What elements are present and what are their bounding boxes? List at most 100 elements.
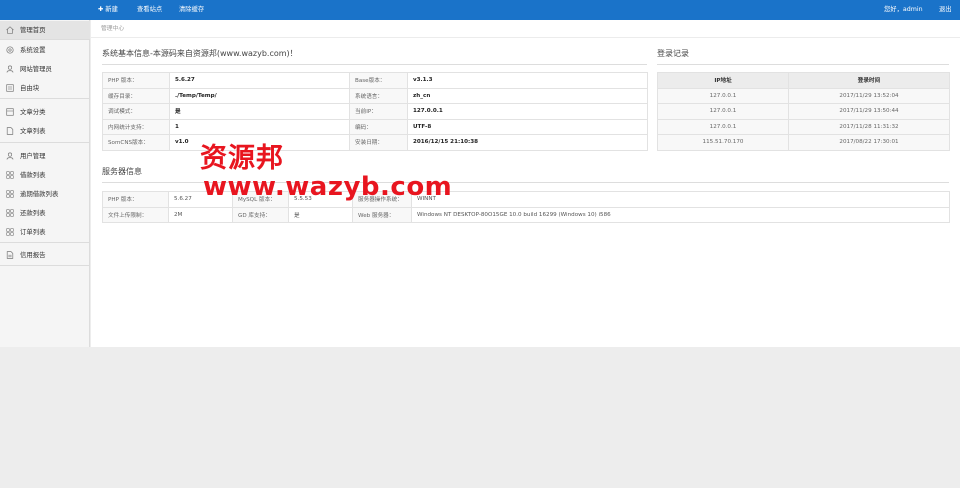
divider: [0, 39, 90, 40]
sidebar-item-label: 文章列表: [20, 127, 46, 135]
divider: [0, 265, 90, 266]
grid-icon: [6, 171, 14, 179]
table-cell: 5.6.27: [169, 72, 350, 89]
sidebar-item-label: 网站管理员: [20, 65, 52, 73]
user-greeting[interactable]: 您好，admin: [884, 0, 923, 20]
table-cell: 127.0.0.1: [657, 103, 789, 120]
divider: [102, 64, 647, 65]
sidebar-item-orders[interactable]: 订单列表: [0, 223, 90, 241]
divider: [0, 98, 90, 99]
table-cell: zh_cn: [407, 87, 648, 104]
sidebar-item-article-categories[interactable]: 文章分类: [0, 103, 90, 121]
table-cell: 系统语言：: [349, 87, 408, 104]
table-header-row: IP地址 登录时间: [657, 72, 950, 89]
table-cell: 115.51.70.170: [657, 134, 789, 151]
sidebar-item-users[interactable]: 用户管理: [0, 147, 90, 165]
table-cell: 127.0.0.1: [657, 118, 789, 135]
table-cell: v3.1.3: [407, 72, 648, 89]
table-cell: 文件上传限制：: [102, 206, 169, 223]
sidebar-item-home[interactable]: 管理首页: [0, 21, 90, 39]
divider: [657, 64, 949, 65]
table-cell: GD 库支持：: [232, 206, 289, 223]
table-row: 内网统计支持： 1 编码： UTF-8: [102, 118, 648, 135]
table-row: 缓存目录： ./Temp/Temp/ 系统语言： zh_cn: [102, 87, 648, 104]
table-cell: PHP 版本：: [102, 72, 170, 89]
sysinfo-table: PHP 版本： 5.6.27 Base版本： v3.1.3 缓存目录： ./Te…: [102, 72, 648, 151]
sidebar-item-credit-report[interactable]: 信用报告: [0, 246, 90, 264]
table-cell: 2016/12/15 21:10:38: [407, 134, 648, 151]
table-cell: 1: [169, 118, 350, 135]
table-cell: 安装日期：: [349, 134, 408, 151]
table-row: SomCNS版本： v1.0 安装日期： 2016/12/15 21:10:38: [102, 134, 648, 151]
table-row: 115.51.70.170 2017/08/22 17:30:01: [657, 134, 950, 151]
table-cell: Windows NT DESKTOP-80O15GE 10.0 build 16…: [411, 206, 950, 223]
sidebar-item-settings[interactable]: 系统设置: [0, 41, 90, 59]
table-row: 文件上传限制： 2M GD 库支持： 是 Web 服务器： Windows NT…: [102, 206, 950, 223]
sidebar-item-admins[interactable]: 网站管理员: [0, 60, 90, 78]
block-icon: [6, 84, 14, 92]
table-cell: UTF-8: [407, 118, 648, 135]
sidebar-item-overdue-loans[interactable]: 逾期借款列表: [0, 185, 90, 203]
table-row: 127.0.0.1 2017/11/29 13:50:44: [657, 103, 950, 120]
gear-icon: [6, 46, 14, 54]
category-icon: [6, 108, 14, 116]
table-cell: 当前IP：: [349, 103, 408, 120]
table-cell: 编码：: [349, 118, 408, 135]
grid-icon: [6, 228, 14, 236]
login-table: IP地址 登录时间 127.0.0.1 2017/11/29 13:52:04 …: [657, 72, 950, 151]
sidebar-item-label: 管理首页: [20, 26, 46, 34]
table-cell: PHP 版本：: [102, 191, 169, 208]
breadcrumb: 管理中心: [91, 20, 960, 38]
table-row: PHP 版本： 5.6.27 Base版本： v3.1.3: [102, 72, 648, 89]
table-row: 127.0.0.1 2017/11/29 13:52:04: [657, 87, 950, 104]
table-row: 127.0.0.1 2017/11/28 11:31:32: [657, 118, 950, 135]
table-cell: Base版本：: [349, 72, 408, 89]
sidebar-item-label: 信用报告: [20, 251, 46, 259]
table-cell: 127.0.0.1: [407, 103, 648, 120]
table-cell: 2M: [168, 206, 233, 223]
clear-cache-link[interactable]: 清除缓存: [179, 0, 204, 20]
sidebar-item-label: 自由块: [20, 84, 40, 92]
logout-link[interactable]: 退出: [939, 0, 952, 20]
sidebar-item-free-block[interactable]: 自由块: [0, 79, 90, 97]
sidebar-item-article-list[interactable]: 文章列表: [0, 122, 90, 140]
sidebar-item-repayments[interactable]: 还款列表: [0, 204, 90, 222]
user-icon: [6, 65, 14, 73]
table-cell: 127.0.0.1: [657, 87, 789, 104]
top-bar: ✚ 新建 查看站点 清除缓存 您好，admin 退出: [0, 0, 960, 20]
grid-icon: [6, 209, 14, 217]
sidebar-item-label: 逾期借款列表: [20, 190, 59, 198]
sidebar-item-loans[interactable]: 借款列表: [0, 166, 90, 184]
sidebar-item-label: 用户管理: [20, 152, 46, 160]
table-cell: 缓存目录：: [102, 87, 170, 104]
new-button[interactable]: ✚ 新建: [98, 0, 118, 20]
user-icon: [6, 152, 14, 160]
table-cell: Web 服务器：: [352, 206, 412, 223]
table-row: 调试模式： 是 当前IP： 127.0.0.1: [102, 103, 648, 120]
report-icon: [6, 251, 14, 259]
column-header: 登录时间: [788, 72, 950, 89]
watermark-title: 资源邦: [200, 143, 284, 174]
table-cell: 是: [288, 206, 353, 223]
document-icon: [6, 127, 14, 135]
table-cell: 2017/11/28 11:31:32: [788, 118, 950, 135]
table-cell: SomCNS版本：: [102, 134, 170, 151]
table-cell: 2017/11/29 13:52:04: [788, 87, 950, 104]
view-site-link[interactable]: 查看站点: [137, 0, 162, 20]
home-icon: [6, 26, 14, 34]
sidebar-item-label: 订单列表: [20, 228, 46, 236]
table-cell: 2017/08/22 17:30:01: [788, 134, 950, 151]
divider: [0, 242, 90, 243]
table-cell: 调试模式：: [102, 103, 170, 120]
login-title: 登录记录: [657, 49, 689, 58]
table-cell: 内网统计支持：: [102, 118, 170, 135]
server-title: 服务器信息: [102, 167, 142, 176]
column-header: IP地址: [657, 72, 789, 89]
sidebar-item-label: 文章分类: [20, 108, 46, 116]
footer-area: [0, 347, 960, 488]
sysinfo-title: 系统基本信息-本源码来自资源邦(www.wazyb.com)！: [102, 49, 298, 58]
sidebar-item-label: 借款列表: [20, 171, 46, 179]
sidebar-item-label: 系统设置: [20, 46, 46, 54]
divider: [0, 142, 90, 143]
table-cell: 2017/11/29 13:50:44: [788, 103, 950, 120]
